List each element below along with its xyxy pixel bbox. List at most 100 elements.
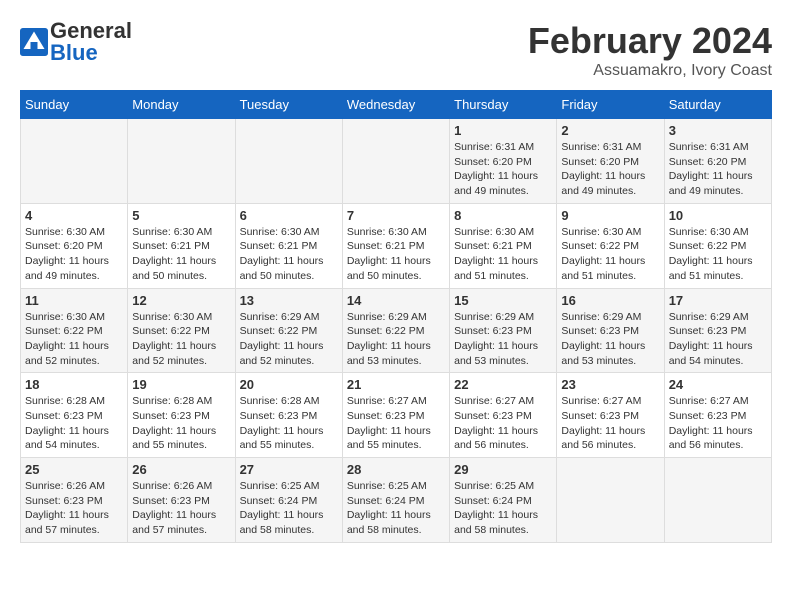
calendar-cell: 1 Sunrise: 6:31 AMSunset: 6:20 PMDaylight… [450,119,557,204]
day-info: Sunrise: 6:28 AMSunset: 6:23 PMDaylight:… [132,394,230,453]
calendar-table: SundayMondayTuesdayWednesdayThursdayFrid… [20,90,772,543]
day-info: Sunrise: 6:28 AMSunset: 6:23 PMDaylight:… [240,394,338,453]
calendar-week: 18 Sunrise: 6:28 AMSunset: 6:23 PMDayligh… [21,373,772,458]
day-number: 6 [240,208,338,223]
day-number: 29 [454,462,552,477]
day-info: Sunrise: 6:28 AMSunset: 6:23 PMDaylight:… [25,394,123,453]
calendar-cell: 22 Sunrise: 6:27 AMSunset: 6:23 PMDayligh… [450,373,557,458]
calendar-cell: 18 Sunrise: 6:28 AMSunset: 6:23 PMDayligh… [21,373,128,458]
weekday-row: SundayMondayTuesdayWednesdayThursdayFrid… [21,91,772,119]
day-info: Sunrise: 6:29 AMSunset: 6:22 PMDaylight:… [347,310,445,369]
title-area: February 2024 Assuamakro, Ivory Coast [528,20,772,80]
weekday-header: Friday [557,91,664,119]
calendar-cell [21,119,128,204]
calendar-cell: 8 Sunrise: 6:30 AMSunset: 6:21 PMDaylight… [450,203,557,288]
weekday-header: Monday [128,91,235,119]
day-info: Sunrise: 6:27 AMSunset: 6:23 PMDaylight:… [561,394,659,453]
calendar-cell: 13 Sunrise: 6:29 AMSunset: 6:22 PMDayligh… [235,288,342,373]
weekday-header: Saturday [664,91,771,119]
day-number: 4 [25,208,123,223]
day-number: 22 [454,377,552,392]
day-number: 18 [25,377,123,392]
calendar-cell: 20Sunrise: 6:28 AMSunset: 6:23 PMDayligh… [235,373,342,458]
calendar-cell: 7 Sunrise: 6:30 AMSunset: 6:21 PMDaylight… [342,203,449,288]
calendar-cell [128,119,235,204]
day-number: 16 [561,293,659,308]
day-info: Sunrise: 6:26 AMSunset: 6:23 PMDaylight:… [25,479,123,538]
calendar-cell: 26 Sunrise: 6:26 AMSunset: 6:23 PMDayligh… [128,458,235,543]
calendar-cell: 6Sunrise: 6:30 AMSunset: 6:21 PMDaylight… [235,203,342,288]
weekday-header: Wednesday [342,91,449,119]
day-info: Sunrise: 6:30 AMSunset: 6:22 PMDaylight:… [561,225,659,284]
calendar-cell: 21Sunrise: 6:27 AMSunset: 6:23 PMDayligh… [342,373,449,458]
day-info: Sunrise: 6:31 AMSunset: 6:20 PMDaylight:… [454,140,552,199]
main-title: February 2024 [528,20,772,62]
calendar-cell: 5Sunrise: 6:30 AMSunset: 6:21 PMDaylight… [128,203,235,288]
day-info: Sunrise: 6:30 AMSunset: 6:21 PMDaylight:… [454,225,552,284]
calendar-cell: 9Sunrise: 6:30 AMSunset: 6:22 PMDaylight… [557,203,664,288]
calendar-cell: 27Sunrise: 6:25 AMSunset: 6:24 PMDayligh… [235,458,342,543]
page-header: General Blue February 2024 Assuamakro, I… [20,20,772,80]
calendar-cell: 19Sunrise: 6:28 AMSunset: 6:23 PMDayligh… [128,373,235,458]
calendar-cell: 4 Sunrise: 6:30 AMSunset: 6:20 PMDaylight… [21,203,128,288]
day-info: Sunrise: 6:29 AMSunset: 6:22 PMDaylight:… [240,310,338,369]
day-info: Sunrise: 6:27 AMSunset: 6:23 PMDaylight:… [454,394,552,453]
calendar-cell: 29Sunrise: 6:25 AMSunset: 6:24 PMDayligh… [450,458,557,543]
day-info: Sunrise: 6:25 AMSunset: 6:24 PMDaylight:… [347,479,445,538]
calendar-week: 11 Sunrise: 6:30 AMSunset: 6:22 PMDayligh… [21,288,772,373]
calendar-header: SundayMondayTuesdayWednesdayThursdayFrid… [21,91,772,119]
day-info: Sunrise: 6:29 AMSunset: 6:23 PMDaylight:… [561,310,659,369]
weekday-header: Tuesday [235,91,342,119]
day-info: Sunrise: 6:27 AMSunset: 6:23 PMDaylight:… [669,394,767,453]
day-info: Sunrise: 6:31 AMSunset: 6:20 PMDaylight:… [561,140,659,199]
day-number: 28 [347,462,445,477]
day-number: 2 [561,123,659,138]
calendar-cell [557,458,664,543]
calendar-cell [342,119,449,204]
day-info: Sunrise: 6:30 AMSunset: 6:21 PMDaylight:… [347,225,445,284]
calendar-cell: 28 Sunrise: 6:25 AMSunset: 6:24 PMDayligh… [342,458,449,543]
calendar-cell: 10 Sunrise: 6:30 AMSunset: 6:22 PMDayligh… [664,203,771,288]
calendar-cell: 25 Sunrise: 6:26 AMSunset: 6:23 PMDayligh… [21,458,128,543]
weekday-header: Sunday [21,91,128,119]
day-number: 25 [25,462,123,477]
calendar-cell: 24Sunrise: 6:27 AMSunset: 6:23 PMDayligh… [664,373,771,458]
day-number: 8 [454,208,552,223]
calendar-cell [235,119,342,204]
day-info: Sunrise: 6:27 AMSunset: 6:23 PMDaylight:… [347,394,445,453]
calendar-cell: 11 Sunrise: 6:30 AMSunset: 6:22 PMDayligh… [21,288,128,373]
day-info: Sunrise: 6:30 AMSunset: 6:20 PMDaylight:… [25,225,123,284]
calendar-cell: 2 Sunrise: 6:31 AMSunset: 6:20 PMDaylight… [557,119,664,204]
day-number: 12 [132,293,230,308]
day-number: 23 [561,377,659,392]
calendar-cell: 12 Sunrise: 6:30 AMSunset: 6:22 PMDayligh… [128,288,235,373]
calendar-cell: 3 Sunrise: 6:31 AMSunset: 6:20 PMDaylight… [664,119,771,204]
day-number: 1 [454,123,552,138]
subtitle: Assuamakro, Ivory Coast [528,62,772,80]
calendar-cell: 23 Sunrise: 6:27 AMSunset: 6:23 PMDayligh… [557,373,664,458]
day-info: Sunrise: 6:31 AMSunset: 6:20 PMDaylight:… [669,140,767,199]
day-number: 14 [347,293,445,308]
day-number: 3 [669,123,767,138]
day-number: 26 [132,462,230,477]
day-number: 15 [454,293,552,308]
day-number: 10 [669,208,767,223]
day-info: Sunrise: 6:29 AMSunset: 6:23 PMDaylight:… [454,310,552,369]
calendar-cell: 15 Sunrise: 6:29 AMSunset: 6:23 PMDayligh… [450,288,557,373]
calendar-cell: 14 Sunrise: 6:29 AMSunset: 6:22 PMDayligh… [342,288,449,373]
day-number: 7 [347,208,445,223]
day-info: Sunrise: 6:25 AMSunset: 6:24 PMDaylight:… [240,479,338,538]
day-info: Sunrise: 6:26 AMSunset: 6:23 PMDaylight:… [132,479,230,538]
day-number: 13 [240,293,338,308]
day-number: 5 [132,208,230,223]
logo-blue: Blue [50,40,98,65]
day-number: 17 [669,293,767,308]
calendar-cell: 16 Sunrise: 6:29 AMSunset: 6:23 PMDayligh… [557,288,664,373]
day-info: Sunrise: 6:30 AMSunset: 6:22 PMDaylight:… [25,310,123,369]
day-info: Sunrise: 6:30 AMSunset: 6:22 PMDaylight:… [132,310,230,369]
day-number: 11 [25,293,123,308]
calendar-cell: 17Sunrise: 6:29 AMSunset: 6:23 PMDayligh… [664,288,771,373]
calendar-cell [664,458,771,543]
calendar-week: 4 Sunrise: 6:30 AMSunset: 6:20 PMDaylight… [21,203,772,288]
day-info: Sunrise: 6:30 AMSunset: 6:22 PMDaylight:… [669,225,767,284]
